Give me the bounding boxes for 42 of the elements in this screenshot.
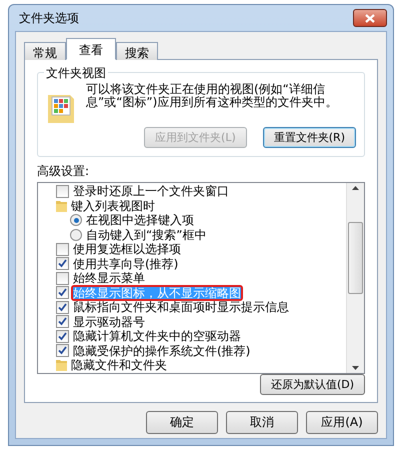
setting-item[interactable]: 键入列表视图时 [71,200,155,212]
radio-button[interactable] [70,214,82,226]
window-title: 文件夹选项 [18,10,79,26]
checkbox[interactable] [56,344,69,358]
scrollbar[interactable] [346,183,364,372]
radio-button[interactable] [70,228,82,241]
close-button[interactable] [353,9,387,27]
folder-button[interactable]: 重置文件夹(R) [262,127,356,148]
close-icon [365,14,375,22]
checkbox[interactable] [56,184,69,198]
setting-item[interactable]: 隐藏文件和文件夹 [71,359,167,372]
setting-item[interactable]: 鼠标指向文件夹和桌面项时显示提示信息 [73,301,289,314]
dialog-button[interactable]: 应用(A) [306,411,378,434]
setting-item[interactable]: 始终显示菜单 [73,272,145,284]
tab[interactable]: 查看 [66,38,116,60]
checkbox[interactable] [56,286,69,300]
setting-item[interactable]: 使用共享向导(推荐) [73,258,178,270]
setting-item[interactable]: 自动键入到“搜索”框中 [86,228,206,241]
setting-item[interactable]: 隐藏受保护的操作系统文件(推荐) [73,344,250,357]
setting-item[interactable]: 使用复选框以选择项 [73,243,181,256]
setting-item[interactable]: 显示驱动器号 [73,316,145,328]
description-text: 可以将该文件夹正在使用的视图(例如“详细信息”或“图标”)应用到所有这种类型的文件夹中。 [86,83,338,108]
checkbox[interactable] [56,257,69,270]
tab[interactable]: 搜索 [116,42,158,60]
setting-item[interactable]: 隐藏计算机文件夹中的空驱动器 [73,330,241,342]
checkbox[interactable] [56,242,69,256]
tab[interactable]: 常规 [24,42,66,60]
checkbox[interactable] [56,300,69,314]
restore-defaults-button[interactable]: 还原为默认值(D) [260,374,365,394]
dialog-button[interactable]: 确定 [146,411,218,434]
dialog-button[interactable]: 取消 [226,411,298,434]
folder-icon [56,200,67,212]
advanced-settings-label: 高级设置: [37,163,90,180]
group-title: 文件夹视图 [44,65,108,82]
scroll-down-icon[interactable] [352,366,359,370]
checkbox[interactable] [56,272,69,285]
checkbox[interactable] [56,315,69,328]
setting-item[interactable]: 在视图中选择键入项 [86,214,194,226]
checkbox[interactable] [56,330,69,343]
setting-item[interactable]: 登录时还原上一个文件夹窗口 [73,185,229,198]
folder-icon [56,359,67,372]
scroll-up-icon[interactable] [352,186,359,190]
